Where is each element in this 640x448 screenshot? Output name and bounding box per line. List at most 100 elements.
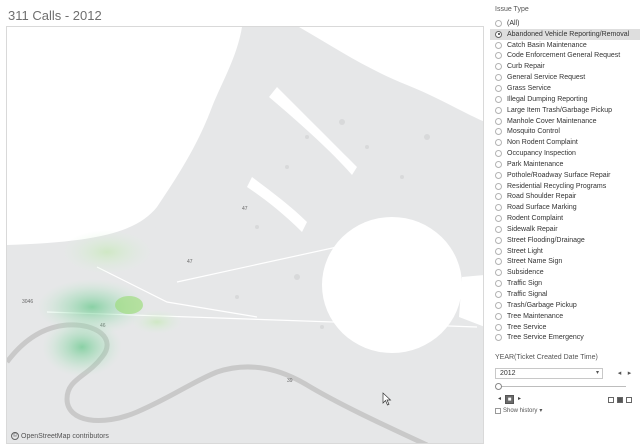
filter-option[interactable]: Illegal Dumping Reporting	[490, 94, 640, 105]
radio-icon[interactable]	[495, 139, 502, 147]
filter-option[interactable]: (All)	[490, 18, 640, 29]
copyright-icon: ©	[11, 432, 19, 440]
radio-icon[interactable]	[495, 215, 502, 223]
radio-icon[interactable]	[495, 204, 502, 212]
filter-option-label: General Service Request	[507, 74, 586, 82]
radio-icon[interactable]	[495, 84, 502, 92]
show-history-checkbox[interactable]	[495, 407, 501, 414]
filter-option-label: Subsidence	[507, 269, 544, 277]
radio-icon[interactable]	[495, 280, 502, 288]
filter-option[interactable]: Subsidence	[490, 267, 640, 278]
filter-option-label: Traffic Signal	[507, 291, 548, 299]
filter-option[interactable]: General Service Request	[490, 72, 640, 83]
radio-icon[interactable]	[495, 117, 502, 125]
radio-icon[interactable]	[495, 193, 502, 201]
filter-option-label: Road Shoulder Repair	[507, 193, 577, 201]
filter-option[interactable]: Street Light	[490, 246, 640, 257]
filter-option-label: Grass Service	[507, 84, 551, 92]
year-dropdown[interactable]: 2012 ▾	[495, 368, 603, 379]
radio-icon[interactable]	[495, 52, 502, 60]
radio-icon[interactable]	[495, 171, 502, 179]
radio-icon[interactable]	[495, 334, 502, 342]
filter-option[interactable]: Grass Service	[490, 83, 640, 94]
slider-handle[interactable]	[495, 383, 502, 390]
filter-option[interactable]: Pothole/Roadway Surface Repair	[490, 170, 640, 181]
filter-option[interactable]: Large Item Trash/Garbage Pickup	[490, 105, 640, 116]
filter-option[interactable]: Traffic Sign	[490, 278, 640, 289]
speed-slow-button[interactable]	[608, 397, 614, 403]
heat-blob-south	[42, 317, 122, 377]
radio-icon[interactable]	[495, 301, 502, 309]
radio-icon[interactable]	[495, 291, 502, 299]
filter-option-label: Code Enforcement General Request	[507, 52, 621, 60]
radio-icon[interactable]	[495, 182, 502, 190]
filter-option-label: Occupancy Inspection	[507, 150, 576, 158]
filter-option-label: Street Name Sign	[507, 258, 563, 266]
filter-option[interactable]: Road Shoulder Repair	[490, 192, 640, 203]
filter-option[interactable]: Tree Service Emergency	[490, 332, 640, 343]
filter-option-label: Tree Service	[507, 323, 547, 331]
filter-option-label: Abandoned Vehicle Reporting/Removal	[507, 30, 630, 38]
attribution-text: OpenStreetMap contributors	[21, 432, 109, 440]
radio-icon[interactable]	[495, 269, 502, 277]
filter-option[interactable]: Tree Service	[490, 322, 640, 333]
radio-icon[interactable]	[495, 30, 502, 38]
filter-option[interactable]: Tree Maintenance	[490, 311, 640, 322]
heat-blob-east	[132, 310, 182, 334]
play-forward-button[interactable]: ▸	[515, 395, 524, 404]
year-filter: YEAR(Ticket Created Date Time) 2012 ▾ ◂ …	[490, 350, 640, 420]
chevron-down-icon: ▾	[539, 408, 543, 414]
show-history-label: Show history	[503, 407, 538, 414]
speed-fast-button[interactable]	[626, 397, 632, 403]
radio-icon[interactable]	[495, 63, 502, 71]
show-history-toggle[interactable]: Show history ▾	[495, 407, 542, 414]
prev-year-button[interactable]: ◂	[615, 368, 624, 379]
filter-option[interactable]: Manhole Cover Maintenance	[490, 116, 640, 127]
filter-option[interactable]: Road Surface Marking	[490, 202, 640, 213]
radio-icon[interactable]	[495, 74, 502, 82]
radio-icon[interactable]	[495, 19, 502, 27]
filter-option[interactable]: Trash/Garbage Pickup	[490, 300, 640, 311]
radio-icon[interactable]	[495, 106, 502, 114]
filter-option[interactable]: Non Rodent Complaint	[490, 137, 640, 148]
filter-option[interactable]: Traffic Signal	[490, 289, 640, 300]
year-slider[interactable]	[495, 383, 626, 390]
radio-icon[interactable]	[495, 160, 502, 168]
radio-icon[interactable]	[495, 95, 502, 103]
radio-icon[interactable]	[495, 150, 502, 158]
filter-option-label: Catch Basin Maintenance	[507, 41, 587, 49]
radio-icon[interactable]	[495, 128, 502, 136]
road-label-1: 3046	[22, 299, 33, 305]
radio-icon[interactable]	[495, 247, 502, 255]
speed-medium-button[interactable]	[617, 397, 623, 403]
radio-icon[interactable]	[495, 312, 502, 320]
stop-button[interactable]: ■	[505, 395, 514, 404]
map-view[interactable]: 3046 47 47 39 46 © OpenStreetMap contrib…	[6, 26, 484, 444]
filter-option-label: Mosquito Control	[507, 128, 560, 136]
filter-option[interactable]: Park Maintenance	[490, 159, 640, 170]
filter-option[interactable]: Code Enforcement General Request	[490, 51, 640, 62]
radio-icon[interactable]	[495, 225, 502, 233]
radio-icon[interactable]	[495, 236, 502, 244]
road-label-3: 47	[187, 259, 193, 265]
filter-option-label: Manhole Cover Maintenance	[507, 117, 597, 125]
filter-option[interactable]: Abandoned Vehicle Reporting/Removal	[490, 28, 640, 40]
filter-option[interactable]: Street Name Sign	[490, 257, 640, 268]
next-year-button[interactable]: ▸	[625, 368, 634, 379]
filter-option[interactable]: Rodent Complaint	[490, 213, 640, 224]
filter-option[interactable]: Sidewalk Repair	[490, 224, 640, 235]
filter-option[interactable]: Occupancy Inspection	[490, 148, 640, 159]
radio-icon[interactable]	[495, 41, 502, 49]
filter-option[interactable]: Residential Recycling Programs	[490, 181, 640, 192]
map-attribution[interactable]: © OpenStreetMap contributors	[11, 432, 109, 440]
play-back-button[interactable]: ◂	[495, 395, 504, 404]
radio-icon[interactable]	[495, 258, 502, 266]
filter-option[interactable]: Curb Repair	[490, 61, 640, 72]
filter-option[interactable]: Street Flooding/Drainage	[490, 235, 640, 246]
filter-option-label: Traffic Sign	[507, 280, 543, 288]
filter-option-label: (All)	[507, 19, 520, 27]
year-filter-header: YEAR(Ticket Created Date Time)	[495, 354, 598, 361]
filter-option[interactable]: Mosquito Control	[490, 126, 640, 137]
radio-icon[interactable]	[495, 323, 502, 331]
filter-option[interactable]: Catch Basin Maintenance	[490, 40, 640, 51]
